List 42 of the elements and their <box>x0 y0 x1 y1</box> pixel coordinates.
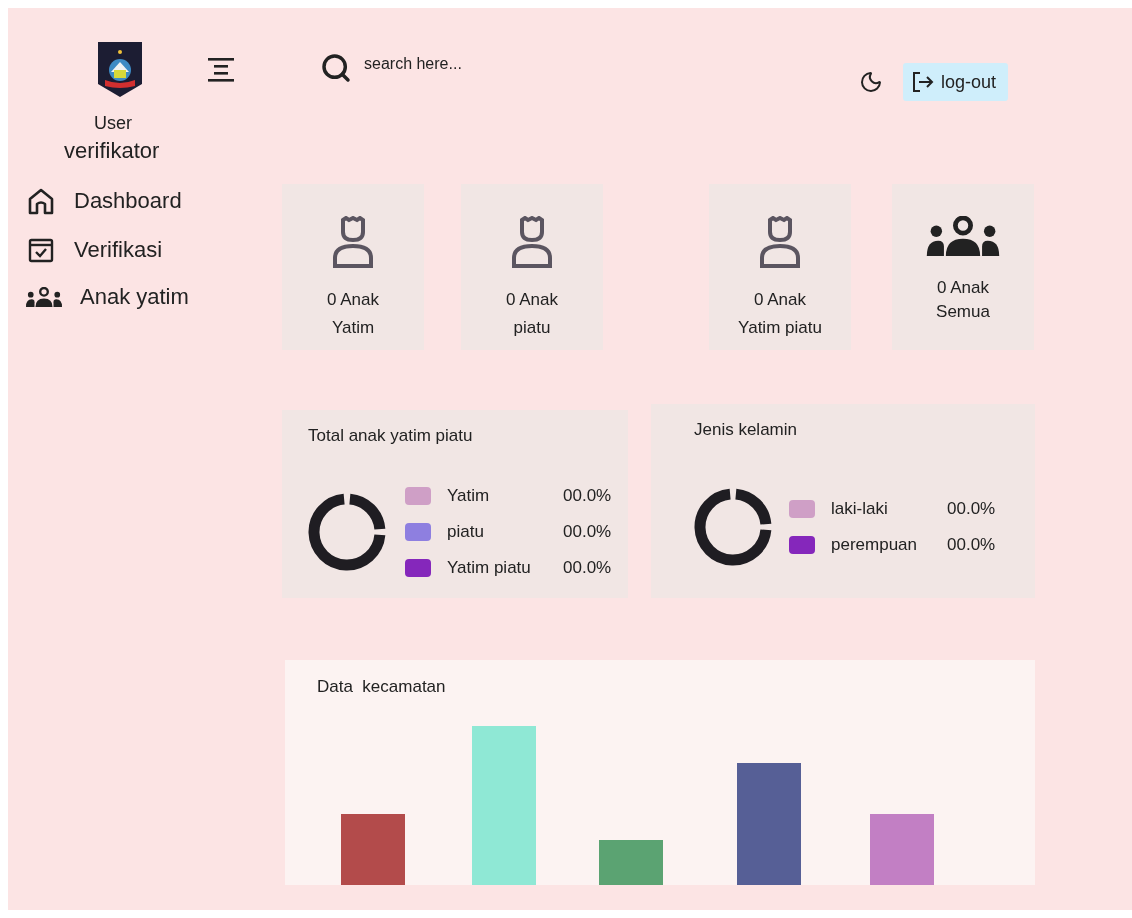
card-title: Total anak yatim piatu <box>308 426 474 446</box>
stat-label: Semua <box>936 302 990 322</box>
logout-icon <box>910 70 935 94</box>
card-title: Data kecamatan <box>317 677 447 697</box>
home-icon <box>26 186 56 216</box>
stat-count: 0 Anak <box>754 290 806 310</box>
people-group-icon <box>925 216 1001 256</box>
chart-bar <box>341 814 405 885</box>
person-icon <box>758 216 802 268</box>
chart-bar <box>870 814 934 885</box>
person-icon <box>331 216 375 268</box>
stat-count: 0 Anak <box>327 290 379 310</box>
chart-bar <box>599 840 663 885</box>
search-field[interactable]: search here... <box>364 55 524 73</box>
stat-count: 0 Anak <box>506 290 558 310</box>
stat-label: Yatim <box>331 318 375 338</box>
stat-count: 0 Anak <box>937 278 989 298</box>
emblem-logo <box>97 40 143 98</box>
legend-label: Yatim <box>447 486 491 506</box>
legend-value: 00.0% <box>563 558 612 578</box>
person-icon <box>510 216 554 268</box>
stat-label: piatu <box>513 318 551 338</box>
logout-button[interactable]: log-out <box>902 63 1008 101</box>
legend-value: 00.0% <box>563 486 612 506</box>
user-role: User <box>93 113 133 134</box>
search-icon[interactable] <box>320 52 352 84</box>
nav-link[interactable]: Anak yatim <box>80 284 189 310</box>
menu-icon[interactable] <box>208 58 234 82</box>
moon-icon[interactable] <box>858 70 883 94</box>
legend-value: 00.0% <box>947 499 996 519</box>
legend-label: piatu <box>447 522 485 542</box>
nav-link[interactable]: Verifikasi <box>74 237 163 263</box>
legend-label: Yatim piatu <box>447 558 532 578</box>
legend-label: laki-laki <box>831 499 889 519</box>
people-group-icon <box>26 287 62 307</box>
legend-value: 00.0% <box>947 535 996 555</box>
user-name: verifikator <box>64 138 160 164</box>
card-title: Jenis kelamin <box>694 420 798 440</box>
stat-label: Yatim piatu <box>738 318 822 338</box>
nav-link[interactable]: Dashboard <box>74 188 182 214</box>
legend-value: 00.0% <box>563 522 612 542</box>
legend-label: perempuan <box>831 535 918 555</box>
